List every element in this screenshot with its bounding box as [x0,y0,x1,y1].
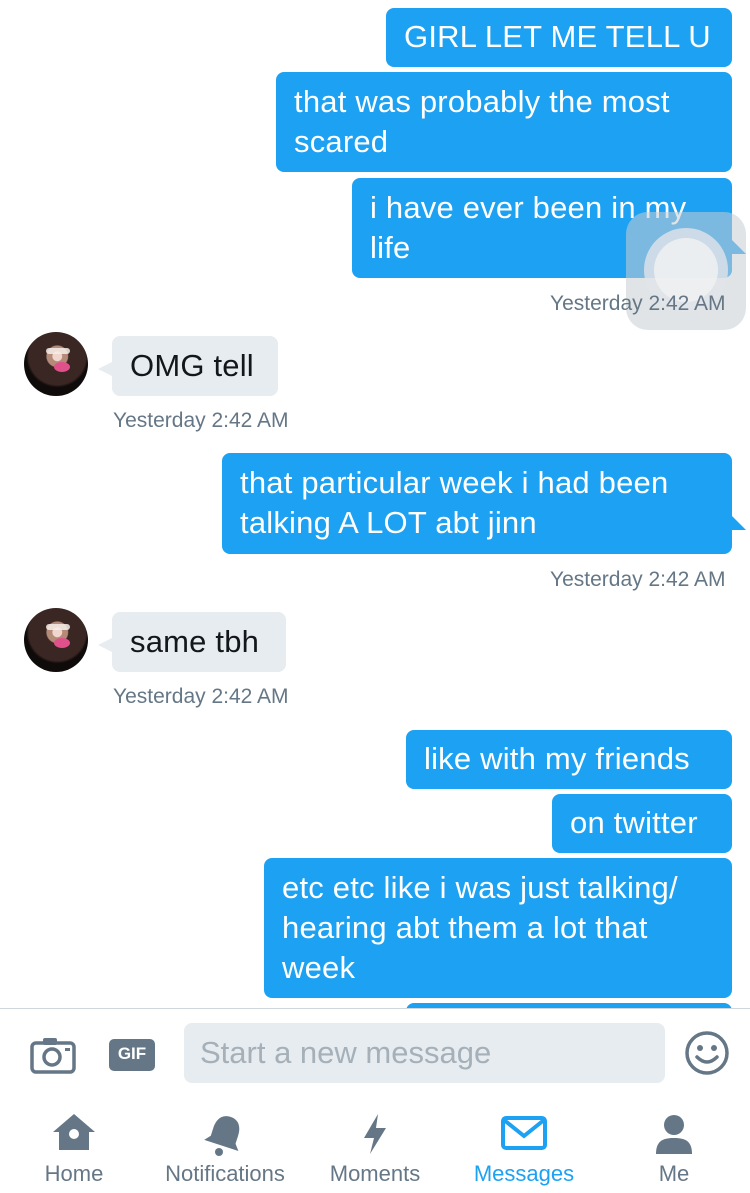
message-text: OMG tell [130,348,254,383]
message-timestamp: Yesterday 2:42 AM [550,292,726,315]
tab-label: Messages [473,1161,575,1186]
message-text: like with my friends [424,741,690,776]
message-thread[interactable]: GIRL LET ME TELL U that was probably the… [0,0,750,1008]
incoming-message[interactable]: OMG tell [112,336,278,396]
message-text: scared [294,124,389,159]
emoji-icon [685,1031,729,1075]
incoming-message[interactable]: same tbh [112,612,286,672]
tab-label: Home [44,1161,104,1186]
message-timestamp: Yesterday 2:42 AM [113,685,289,708]
tab-me[interactable]: Me [614,1098,734,1193]
tab-moments[interactable]: Moments [315,1098,435,1193]
tab-label: Notifications [165,1161,285,1186]
outgoing-message[interactable]: like with my friends [406,730,732,789]
message-text: etc etc like i was just talking/ [282,870,678,905]
emoji-button[interactable] [684,1030,730,1076]
outgoing-message[interactable]: etc etc like i was just talking/ hearing… [264,858,732,998]
gif-button[interactable]: GIF [108,1038,156,1072]
tab-notifications[interactable]: Notifications [150,1098,300,1193]
message-input[interactable] [184,1023,665,1083]
tab-label: Me [658,1161,690,1186]
bubble-tail [98,362,112,376]
message-timestamp: Yesterday 2:42 AM [113,409,289,432]
tab-messages[interactable]: Messages [464,1098,584,1193]
message-text: hearing abt them a lot that [282,910,648,945]
message-text: on twitter [570,805,698,840]
avatar[interactable] [24,608,88,672]
lightning-icon [364,1114,386,1154]
tab-home[interactable]: Home [14,1098,134,1193]
message-text: same tbh [130,624,260,659]
bell-icon [204,1116,240,1156]
outgoing-message[interactable]: that was probably the most scared [276,72,732,172]
camera-button[interactable] [30,1036,76,1074]
message-text: talking A LOT abt jinn [240,505,537,540]
message-text: that was probably the most [294,84,670,119]
envelope-icon [501,1116,547,1150]
camera-icon [30,1038,76,1074]
gif-label: GIF [117,1044,147,1063]
message-text: GIRL LET ME TELL U [404,19,711,54]
bubble-tail [98,638,112,652]
home-icon [53,1114,95,1150]
person-icon [656,1115,692,1154]
tab-label: Moments [329,1161,421,1186]
outgoing-message[interactable]: that particular week i had been talking … [222,453,732,554]
message-composer: GIF [0,1008,750,1098]
message-text: that particular week i had been [240,465,669,500]
message-timestamp: Yesterday 2:42 AM [550,568,726,591]
bubble-tail [730,514,746,530]
avatar[interactable] [24,332,88,396]
outgoing-message[interactable]: GIRL LET ME TELL U [386,8,732,67]
tab-bar: Home Notifications Moments Messages Me [0,1098,750,1193]
outgoing-message[interactable]: on twitter [552,794,732,853]
message-text: week [282,950,356,985]
